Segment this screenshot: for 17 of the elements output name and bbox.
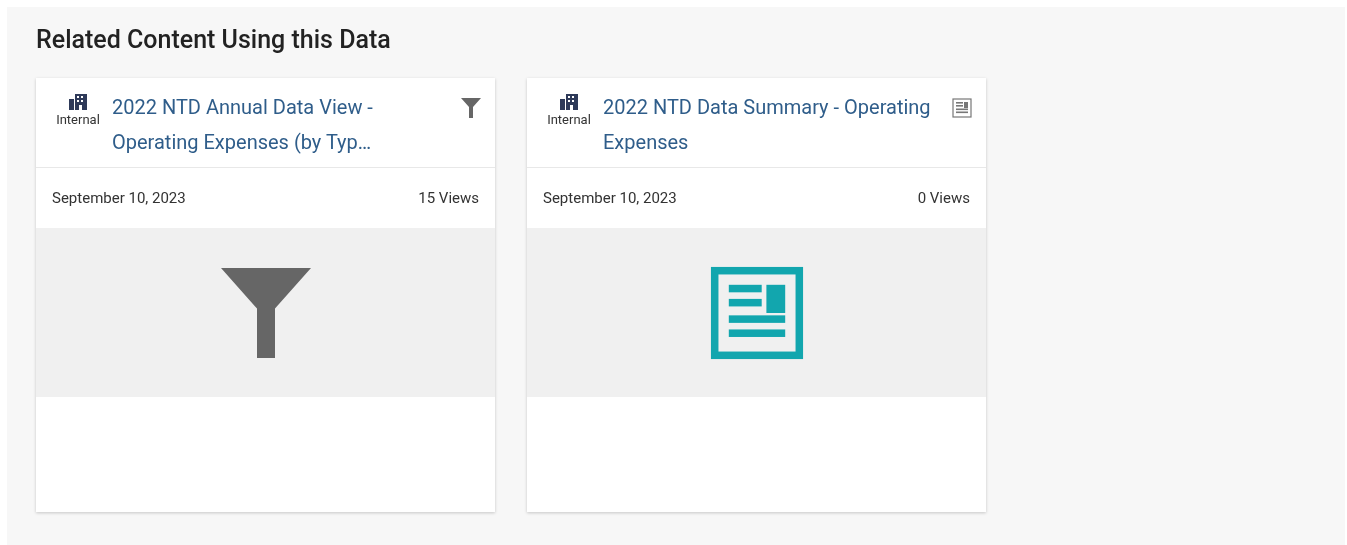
view-count: 15 Views bbox=[418, 187, 479, 209]
filter-icon bbox=[220, 267, 311, 358]
filter-icon bbox=[461, 98, 481, 118]
building-icon bbox=[69, 94, 87, 110]
content-card[interactable]: Internal 2022 NTD Data Summary - Operating Expenses September 10, 2023 0 Views bbox=[527, 78, 986, 512]
card-title-link[interactable]: 2022 NTD Annual Data View - Operating Expenses (by Typ… bbox=[112, 90, 453, 160]
section-title: Related Content Using this Data bbox=[36, 29, 392, 51]
content-card[interactable]: Internal 2022 NTD Annual Data View - Operating Expenses (by Typ… September 10, 2023 15 Views bbox=[36, 78, 495, 512]
view-count: 0 Views bbox=[917, 187, 970, 209]
card-date: September 10, 2023 bbox=[543, 187, 677, 209]
audience-label: Internal bbox=[547, 112, 591, 128]
audience-label: Internal bbox=[56, 112, 100, 128]
card-title-link[interactable]: 2022 NTD Data Summary - Operating Expenses bbox=[603, 90, 944, 160]
building-icon bbox=[560, 94, 578, 110]
document-icon bbox=[952, 98, 972, 118]
card-date: September 10, 2023 bbox=[52, 187, 186, 209]
document-icon bbox=[709, 265, 804, 360]
